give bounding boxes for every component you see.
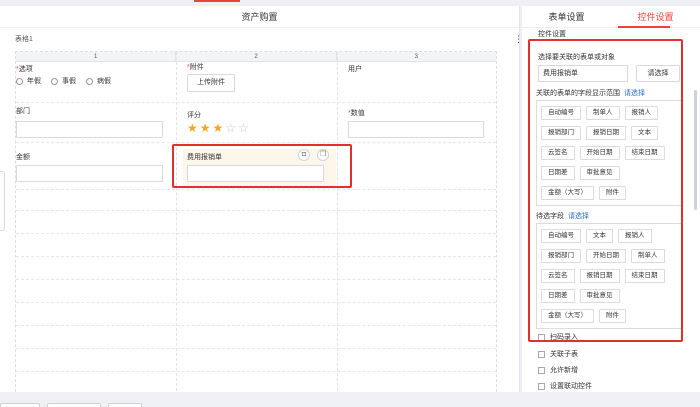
number-input[interactable] <box>348 121 484 138</box>
radio-annual-leave[interactable]: 年假 <box>16 76 41 86</box>
row-divider <box>16 302 496 303</box>
amount-input[interactable] <box>16 165 163 182</box>
bottom-tab[interactable] <box>0 403 40 407</box>
bottom-tab[interactable] <box>108 403 142 407</box>
top-active-indicator <box>194 0 240 2</box>
row-divider <box>16 189 496 190</box>
department-input[interactable] <box>16 121 163 138</box>
panel-scrollbar[interactable] <box>694 90 697 210</box>
row-divider <box>16 102 496 103</box>
column-header: 2 <box>176 52 337 61</box>
user-field-label: 用户 <box>348 66 362 73</box>
star-outline-icon[interactable]: ☆ <box>225 122 236 134</box>
rating-stars[interactable]: ★ ★ ★ ☆ ☆ <box>187 122 249 134</box>
radio-personal-leave[interactable]: 事假 <box>51 76 76 86</box>
settings-panel: 表单设置 控件设置 控件设置 选择要关联的表单或对象 费用报销单 请选择 关联的… <box>522 6 700 392</box>
active-tab-indicator <box>618 26 670 28</box>
vertical-dots-icon[interactable]: ⋮ <box>514 34 523 45</box>
panel-tabs: 表单设置 控件设置 <box>522 6 700 28</box>
left-collapse-handle[interactable] <box>0 171 5 231</box>
star-icon[interactable]: ★ <box>187 122 198 134</box>
star-icon[interactable]: ★ <box>213 122 224 134</box>
form-canvas: 资产购置 表格1 ⋮ 1 2 3 *选项 年假 事假 病假 *附件 上传附件 用… <box>0 6 523 397</box>
column-header: 3 <box>414 54 418 60</box>
checkbox-allow-add[interactable]: 允许新增 <box>538 365 578 375</box>
row-divider <box>16 325 496 326</box>
table-label: 表格1 <box>15 36 33 43</box>
highlight-box <box>172 144 352 188</box>
number-field-label: *数值 <box>348 110 365 117</box>
tab-form-settings[interactable]: 表单设置 <box>522 6 611 27</box>
highlight-box <box>528 39 683 342</box>
star-icon[interactable]: ★ <box>200 122 211 134</box>
row-divider <box>16 233 496 234</box>
options-radio-group: 年假 事假 病假 <box>16 76 121 86</box>
bottom-bar <box>0 392 700 407</box>
checkbox-linked-subtable[interactable]: 关联子表 <box>538 349 578 359</box>
row-divider <box>16 210 496 211</box>
tab-control-settings[interactable]: 控件设置 <box>611 6 700 27</box>
department-field-label: 部门 <box>16 108 30 115</box>
radio-sick-leave[interactable]: 病假 <box>86 76 111 86</box>
column-header: 1 <box>16 52 177 61</box>
star-outline-icon[interactable]: ☆ <box>238 122 249 134</box>
section-title: 控件设置 <box>538 31 566 38</box>
checkbox-linked-control[interactable]: 设置联动控件 <box>538 381 592 391</box>
form-designer: 资产购置 表格1 ⋮ 1 2 3 *选项 年假 事假 病假 *附件 上传附件 用… <box>0 0 700 407</box>
options-field-label: *选项 <box>16 66 33 73</box>
upload-attachment-button[interactable]: 上传附件 <box>187 74 235 92</box>
amount-field-label: 金额 <box>16 154 30 161</box>
column-divider <box>176 52 177 396</box>
rating-field-label: 评分 <box>187 112 201 119</box>
column-divider <box>337 52 338 396</box>
row-divider <box>16 371 496 372</box>
attachment-field-label: *附件 <box>187 64 204 71</box>
column-header-row: 1 2 3 <box>16 52 496 62</box>
row-divider <box>16 142 496 143</box>
bottom-tab[interactable] <box>47 403 101 407</box>
page-title: 资产购置 <box>0 6 519 28</box>
row-divider <box>16 256 496 257</box>
form-table-grid: 1 2 3 <box>15 51 497 397</box>
row-divider <box>16 279 496 280</box>
row-divider <box>16 348 496 349</box>
